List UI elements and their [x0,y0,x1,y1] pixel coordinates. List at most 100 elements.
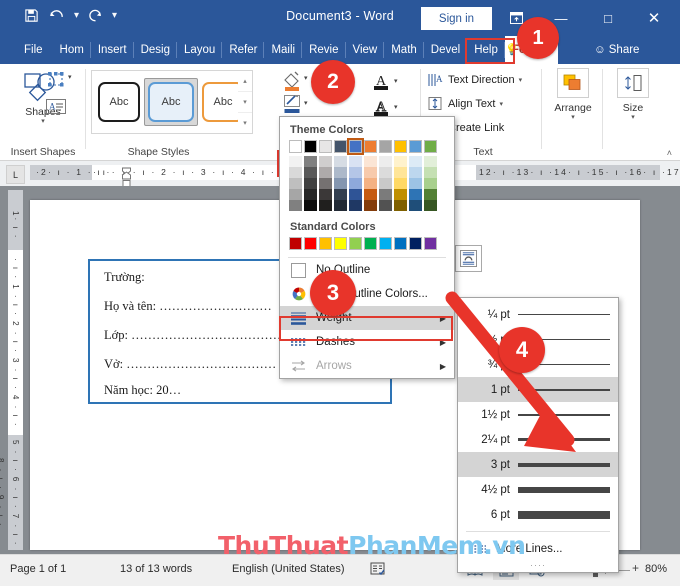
theme-variant-swatch-1-3[interactable] [304,189,317,200]
tab-review[interactable]: Revie [302,36,346,64]
theme-colors-variants-grid[interactable] [280,153,454,211]
shape-outline-button[interactable]: ▾ [282,93,316,115]
weight-option-7[interactable]: 4½ pt [458,477,618,502]
theme-variant-swatch-0-1[interactable] [289,167,302,178]
theme-variant-swatch-9-4[interactable] [424,200,437,211]
indent-marker[interactable] [122,167,131,187]
tab-layout[interactable]: Layou [177,36,223,64]
theme-variant-swatch-2-3[interactable] [319,189,332,200]
status-language[interactable]: English (United States) [232,563,345,575]
standard-color-swatch-0[interactable] [289,237,302,250]
theme-variant-swatch-9-2[interactable] [424,178,437,189]
theme-variant-swatch-0-3[interactable] [289,189,302,200]
theme-variant-swatch-4-3[interactable] [349,189,362,200]
align-text-button[interactable]: Align Text ▾ [428,93,503,115]
tab-view[interactable]: View [346,36,385,64]
share-button[interactable]: ☺ Share [594,36,639,64]
shape-styles-gallery[interactable]: Abc Abc Abc [91,70,245,134]
theme-variant-swatch-8-2[interactable] [409,178,422,189]
standard-color-swatch-7[interactable] [394,237,407,250]
weight-option-6[interactable]: 3 pt [458,452,618,477]
theme-variant-swatch-3-1[interactable] [334,167,347,178]
theme-variant-swatch-3-0[interactable] [334,156,347,167]
theme-variant-swatch-4-4[interactable] [349,200,362,211]
theme-variant-swatch-2-4[interactable] [319,200,332,211]
theme-variant-swatch-6-4[interactable] [379,200,392,211]
status-word-count[interactable]: 13 of 13 words [120,563,192,575]
theme-variant-swatch-1-4[interactable] [304,200,317,211]
theme-variant-swatch-5-4[interactable] [364,200,377,211]
submenu-grip[interactable]: ···· [458,561,618,572]
theme-variant-swatch-3-2[interactable] [334,178,347,189]
theme-variant-swatch-5-2[interactable] [364,178,377,189]
collapse-ribbon-icon[interactable]: ˄ [667,148,672,158]
theme-color-swatch-4[interactable] [347,138,364,155]
maximize-button[interactable]: □ [595,6,621,30]
sign-in-button[interactable]: Sign in [421,7,492,30]
theme-variant-swatch-0-2[interactable] [289,178,302,189]
theme-variant-swatch-9-3[interactable] [424,189,437,200]
tab-mailings[interactable]: Maili [264,36,302,64]
theme-color-swatch-7[interactable] [394,140,407,153]
theme-variant-swatch-5-0[interactable] [364,156,377,167]
tab-help[interactable]: Help [467,36,505,64]
gallery-scroll-down-icon[interactable]: ▾ [238,92,252,113]
tab-design[interactable]: Desig [134,36,178,64]
tab-developer[interactable]: Devel [424,36,468,64]
gallery-scroll-up-icon[interactable]: ▴ [238,71,252,92]
theme-variant-swatch-2-2[interactable] [319,178,332,189]
theme-variant-swatch-1-0[interactable] [304,156,317,167]
theme-variant-swatch-3-3[interactable] [334,189,347,200]
theme-variant-swatch-6-1[interactable] [379,167,392,178]
weight-option-4[interactable]: 1½ pt [458,402,618,427]
theme-color-swatch-2[interactable] [319,140,332,153]
theme-variant-swatch-8-4[interactable] [409,200,422,211]
theme-color-swatch-5[interactable] [364,140,377,153]
status-page[interactable]: Page 1 of 1 [10,563,66,575]
theme-variant-swatch-9-1[interactable] [424,167,437,178]
tab-home[interactable]: Hom [53,36,92,64]
theme-color-swatch-0[interactable] [289,140,302,153]
theme-color-swatch-1[interactable] [304,140,317,153]
weight-option-0[interactable]: ¼ pt [458,302,618,327]
theme-variant-swatch-7-0[interactable] [394,156,407,167]
text-direction-button[interactable]: A Text Direction ▾ [428,69,522,91]
close-button[interactable]: ✕ [641,6,667,30]
no-outline-item[interactable]: No Outline [280,258,454,282]
standard-color-swatch-2[interactable] [319,237,332,250]
standard-color-swatch-6[interactable] [379,237,392,250]
theme-variant-swatch-7-2[interactable] [394,178,407,189]
standard-colors-row[interactable] [280,237,454,250]
theme-variant-swatch-2-1[interactable] [319,167,332,178]
arrange-button[interactable]: Arrange ▾ [543,68,603,122]
edit-shape-button[interactable]: ▾ [44,69,78,95]
tab-stop-selector[interactable]: L [6,165,25,184]
weight-option-5[interactable]: 2¼ pt [458,427,618,452]
theme-variant-swatch-8-0[interactable] [409,156,422,167]
arrange-dropdown-icon[interactable]: ▾ [571,114,575,122]
standard-color-swatch-5[interactable] [364,237,377,250]
theme-color-swatch-8[interactable] [409,140,422,153]
more-outline-colors-item[interactable]: More Outline Colors... [280,282,454,306]
weight-option-3[interactable]: 1 pt [458,377,618,402]
zoom-level-label[interactable]: 80% [645,563,667,575]
chevron-down-icon[interactable]: ▾ [519,76,523,84]
shapes-dropdown-icon[interactable]: ▾ [41,118,45,126]
shape-outline-dropdown[interactable]: Theme Colors Standard Colors No Outline [279,116,455,379]
theme-variant-swatch-0-0[interactable] [289,156,302,167]
tab-file[interactable]: File [14,36,53,64]
theme-variant-swatch-8-3[interactable] [409,189,422,200]
theme-variant-swatch-1-2[interactable] [304,178,317,189]
dashes-item[interactable]: Dashes ▶ [280,330,454,354]
theme-variant-swatch-0-4[interactable] [289,200,302,211]
shape-style-1[interactable]: Abc [98,82,140,122]
theme-variant-swatch-5-1[interactable] [364,167,377,178]
shape-style-2-selected[interactable]: Abc [144,78,198,126]
size-button[interactable]: Size ▾ [604,68,662,122]
standard-color-swatch-3[interactable] [334,237,347,250]
zoom-in-button[interactable]: + [632,561,639,575]
draw-text-box-button[interactable]: A [44,96,72,118]
theme-variant-swatch-4-0[interactable] [349,156,362,167]
theme-variant-swatch-7-4[interactable] [394,200,407,211]
theme-variant-swatch-4-1[interactable] [349,167,362,178]
